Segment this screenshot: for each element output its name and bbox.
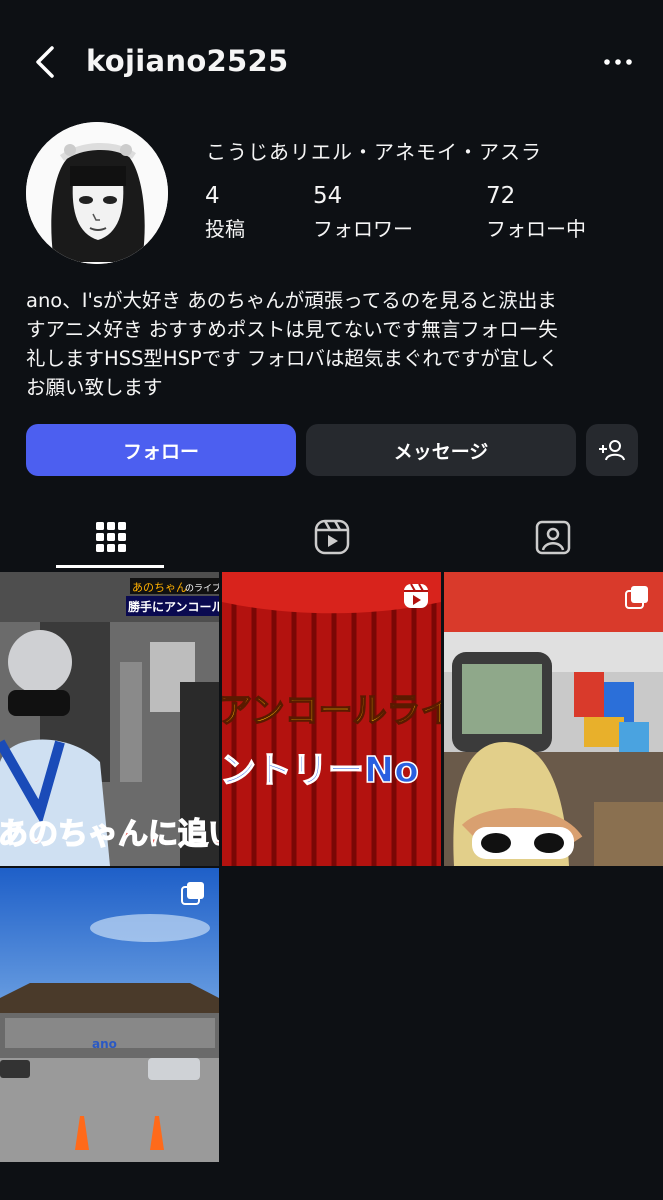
posts-label[interactable]: 投稿	[205, 213, 245, 242]
grid-icon	[95, 522, 126, 552]
tab-reels[interactable]	[221, 512, 442, 562]
message-button[interactable]: メッセージ	[306, 424, 576, 476]
tagged-icon	[535, 520, 570, 555]
add-user-button[interactable]	[586, 424, 638, 476]
bio-line: すアニメ好き おすすめポストは見てないです無言フォロー失	[26, 318, 558, 341]
bio-line: 礼しますHSS型HSPです フォロバは超気まぐれですが宜しく	[26, 347, 559, 370]
post-thumbnail[interactable]: ano	[0, 868, 219, 1162]
bio-line: ano、I'sが大好き あのちゃんが頑張ってるのを見ると涙出ま	[26, 289, 557, 312]
post-thumbnail[interactable]: あのちゃん のライブ終 勝手にアンコール あのちゃんに追い	[0, 572, 219, 866]
overlay-caption: 勝手にアンコール	[128, 599, 219, 614]
add-person-icon	[599, 440, 625, 461]
post-caption: アンコールライ	[222, 691, 441, 731]
profile-bio: ano、I'sが大好き あのちゃんが頑張ってるのを見ると涙出ま すアニメ好き お…	[26, 286, 641, 402]
profile-avatar[interactable]	[26, 122, 168, 264]
back-chevron-icon[interactable]	[30, 42, 60, 82]
profile-username: kojiano2525	[86, 44, 289, 78]
more-options-icon[interactable]	[603, 57, 633, 67]
bio-line: お願い致します	[26, 376, 163, 399]
followers-label[interactable]: フォロワー	[313, 213, 413, 242]
followers-count[interactable]: 54	[313, 183, 342, 209]
tab-posts-grid[interactable]	[0, 512, 221, 562]
selected-tab-indicator	[56, 565, 164, 568]
overlay-caption: のライブ終	[185, 582, 219, 594]
posts-count[interactable]: 4	[205, 183, 220, 209]
post-caption: ントリーNo	[222, 750, 419, 791]
profile-display-name: こうじあリエル・アネモイ・アスラ	[206, 140, 542, 164]
following-count[interactable]: 72	[486, 183, 515, 209]
building-sign: ano	[92, 1037, 117, 1051]
carousel-badge-icon	[625, 586, 648, 609]
follow-button[interactable]: フォロー	[26, 424, 296, 476]
post-thumbnail[interactable]: アンコールライ ントリーNo	[222, 572, 441, 866]
carousel-badge-icon	[181, 882, 204, 905]
post-caption: あのちゃんに追い	[0, 817, 219, 852]
reels-icon	[314, 519, 349, 555]
tab-tagged[interactable]	[442, 512, 663, 562]
reels-badge-icon	[404, 583, 428, 608]
overlay-caption: あのちゃん	[132, 581, 187, 594]
following-label[interactable]: フォロー中	[486, 213, 586, 242]
post-thumbnail[interactable]	[444, 572, 663, 866]
